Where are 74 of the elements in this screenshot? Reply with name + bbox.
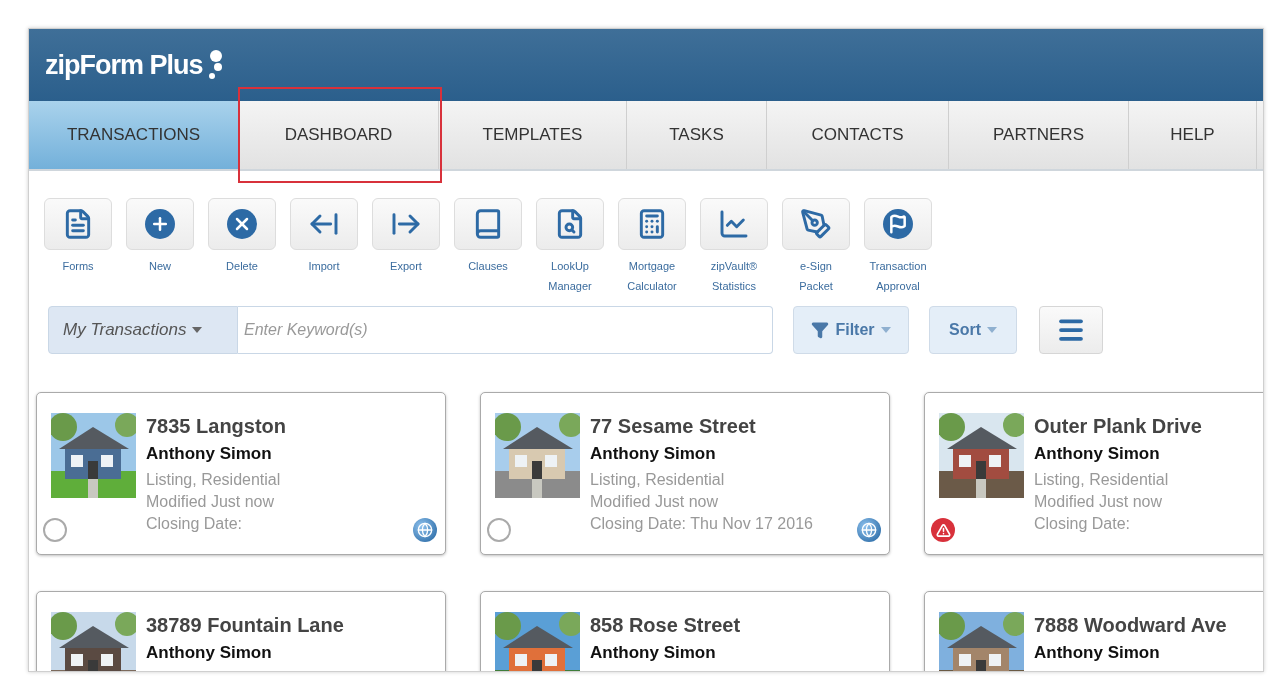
- agent-name: Anthony Simon: [146, 642, 272, 664]
- nav-tab[interactable]: CONTACTS: [767, 101, 949, 169]
- agent-name: Anthony Simon: [1034, 642, 1160, 664]
- bubbles-icon: [206, 50, 223, 80]
- toolbar-label: LookUp Manager: [548, 259, 592, 294]
- closing-date: Closing Date: Thu Nov 17 2016: [590, 514, 813, 534]
- card-title: 77 Sesame Street: [590, 414, 756, 439]
- card-title: Outer Plank Drive: [1034, 414, 1202, 439]
- toolbar-button[interactable]: [700, 198, 768, 250]
- toolbar-label: zipVault® Statistics: [710, 259, 758, 294]
- nav-tab[interactable]: PARTNERS: [949, 101, 1129, 169]
- transaction-type: Listing, Residential: [590, 470, 725, 490]
- transaction-card[interactable]: 7888 Woodward Ave Anthony Simon: [924, 591, 1263, 671]
- modified-text: Modified Just now: [146, 492, 275, 512]
- globe-icon[interactable]: [857, 518, 881, 542]
- globe-icon[interactable]: [413, 518, 437, 542]
- menu-button[interactable]: [1039, 306, 1103, 354]
- toolbar-label: e-Sign Packet: [799, 259, 833, 294]
- transaction-card[interactable]: 77 Sesame Street Anthony Simon Listing, Residential Modified Just now Closing Date: Thu Nov 17 2016: [480, 392, 890, 555]
- toolbar-button[interactable]: [44, 198, 112, 250]
- filter-icon: [811, 321, 830, 339]
- toolbar-label: Clauses: [468, 259, 508, 274]
- toolbar-button[interactable]: [372, 198, 440, 250]
- transaction-type: Listing, Residential: [146, 470, 281, 490]
- caret-icon: [987, 327, 997, 333]
- transaction-card[interactable]: 38789 Fountain Lane Anthony Simon: [36, 591, 446, 671]
- toolbar-label: Export: [390, 259, 422, 274]
- toolbar-button[interactable]: [290, 198, 358, 250]
- flag-icon: [883, 209, 913, 239]
- toolbar-button[interactable]: [536, 198, 604, 250]
- nav-tab[interactable]: HELP: [1129, 101, 1257, 169]
- modified-text: Modified Just now: [1034, 492, 1163, 512]
- toolbar-label: Transaction Approval: [869, 259, 927, 294]
- sort-button[interactable]: Sort: [929, 306, 1017, 354]
- toolbar-label: Import: [308, 259, 340, 274]
- caret-icon: [192, 327, 203, 333]
- transaction-card[interactable]: 7835 Langston Anthony Simon Listing, Residential Modified Just now Closing Date:: [36, 392, 446, 555]
- x-icon: [227, 209, 257, 239]
- modified-text: Modified Just now: [590, 492, 719, 512]
- toolbar-label: Delete: [226, 259, 258, 274]
- transaction-type: Listing, Residential: [1034, 470, 1169, 490]
- card-title: 38789 Fountain Lane: [146, 613, 344, 638]
- toolbar-button[interactable]: [618, 198, 686, 250]
- toolbar-button[interactable]: [782, 198, 850, 250]
- caret-icon: [880, 327, 891, 333]
- transaction-card[interactable]: Outer Plank Drive Anthony Simon Listing, Residential Modified Just now Closing Date:: [924, 392, 1263, 555]
- toolbar-label: Mortgage Calculator: [627, 259, 677, 294]
- agent-name: Anthony Simon: [1034, 443, 1160, 465]
- card-title: 7888 Woodward Ave: [1034, 613, 1227, 638]
- pen-icon: [800, 208, 832, 240]
- card-title: 7835 Langston: [146, 414, 287, 439]
- toolbar-button[interactable]: [208, 198, 276, 250]
- toolbar-button[interactable]: [454, 198, 522, 250]
- plus-icon: [145, 209, 175, 239]
- line-chart-icon: [718, 208, 750, 240]
- closing-date: Closing Date:: [1034, 514, 1131, 534]
- closing-date: Closing Date:: [146, 514, 243, 534]
- toolbar-label: New: [149, 259, 171, 274]
- search-field[interactable]: Enter Keyword(s): [238, 306, 773, 354]
- agent-name: Anthony Simon: [590, 443, 716, 465]
- agent-name: Anthony Simon: [590, 642, 716, 664]
- toolbar-label: Forms: [62, 259, 94, 274]
- scope-dropdown[interactable]: My Transactions: [48, 306, 238, 354]
- nav-tab[interactable]: TRANSACTIONS: [29, 101, 239, 169]
- toolbar-button[interactable]: [126, 198, 194, 250]
- transaction-card[interactable]: 858 Rose Street Anthony Simon: [480, 591, 890, 671]
- nav-tab[interactable]: TEMPLATES: [439, 101, 627, 169]
- filter-button[interactable]: Filter: [793, 306, 909, 354]
- logo: zipForm Plus: [45, 49, 203, 81]
- toolbar-button[interactable]: [864, 198, 932, 250]
- card-title: 858 Rose Street: [590, 613, 741, 638]
- nav-tab[interactable]: TASKS: [627, 101, 767, 169]
- nav-tab[interactable]: DASHBOARD: [239, 101, 439, 169]
- agent-name: Anthony Simon: [146, 443, 272, 465]
